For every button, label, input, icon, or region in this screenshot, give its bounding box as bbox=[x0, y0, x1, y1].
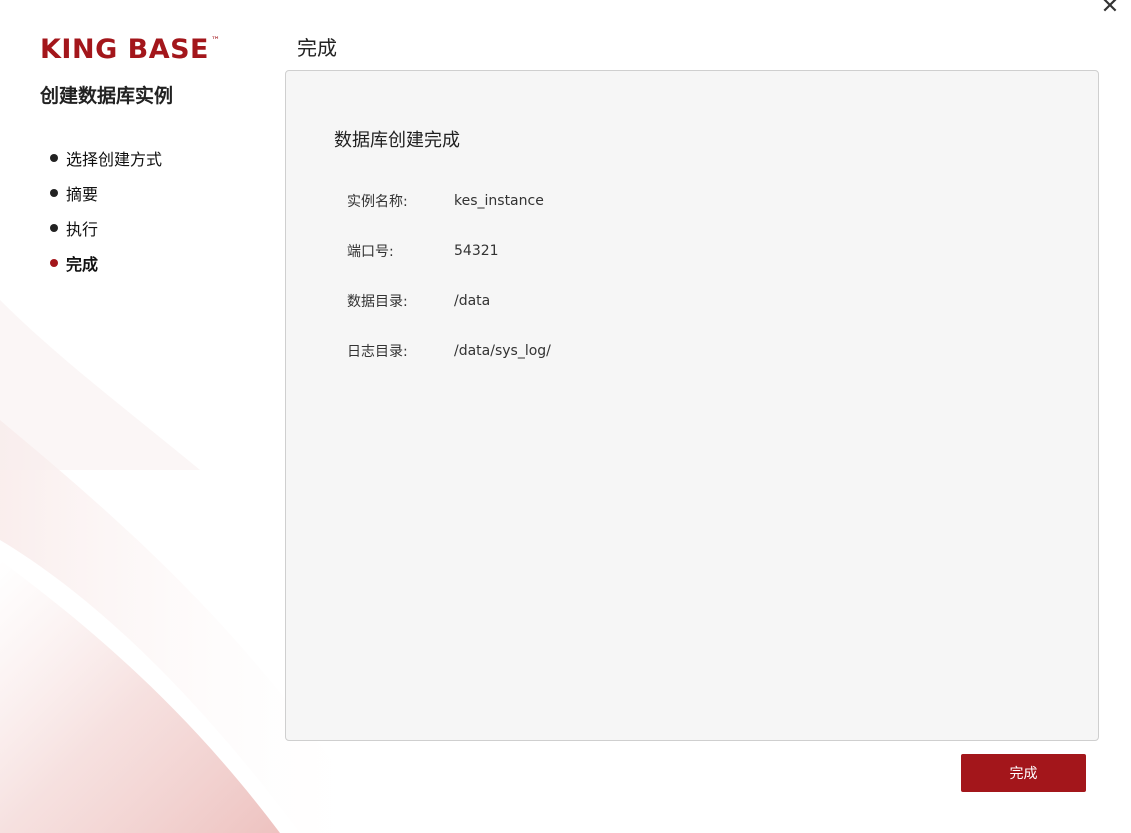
bullet-icon bbox=[50, 188, 58, 197]
info-value: 54321 bbox=[454, 243, 499, 259]
info-label: 日志目录: bbox=[347, 344, 408, 360]
info-label: 端口号: bbox=[347, 244, 394, 260]
finish-button[interactable]: 完成 bbox=[961, 754, 1086, 792]
sidebar-title: 创建数据库实例 bbox=[40, 85, 174, 107]
info-label: 实例名称: bbox=[347, 194, 408, 210]
step-label: 执行 bbox=[66, 219, 99, 239]
step-label: 摘要 bbox=[66, 184, 99, 204]
bullet-icon bbox=[50, 258, 58, 267]
page-title: 完成 bbox=[297, 36, 337, 60]
step-summary: 摘要 bbox=[50, 175, 162, 210]
result-panel: 数据库创建完成 实例名称: kes_instance 端口号: 54321 数据… bbox=[285, 70, 1099, 741]
close-icon[interactable]: ✕ bbox=[1097, 0, 1123, 20]
trademark-symbol: ™ bbox=[211, 36, 221, 46]
logo-text: KING BASE bbox=[40, 34, 209, 65]
step-finish: 完成 bbox=[50, 245, 162, 280]
info-value: /data bbox=[454, 293, 491, 309]
bullet-icon bbox=[50, 153, 58, 162]
info-value: kes_instance bbox=[454, 193, 544, 209]
info-row-log-dir: 日志目录: /data/sys_log/ bbox=[347, 326, 551, 376]
step-label: 完成 bbox=[66, 254, 99, 274]
step-label: 选择创建方式 bbox=[66, 149, 163, 169]
kingbase-logo: KING BASE ™ bbox=[40, 34, 221, 65]
instance-info: 实例名称: kes_instance 端口号: 54321 数据目录: /dat… bbox=[347, 176, 551, 376]
wizard-steps: 选择创建方式 摘要 执行 完成 bbox=[50, 140, 162, 280]
info-label: 数据目录: bbox=[347, 294, 408, 310]
info-row-instance-name: 实例名称: kes_instance bbox=[347, 176, 551, 226]
bullet-icon bbox=[50, 223, 58, 232]
info-value: /data/sys_log/ bbox=[454, 343, 551, 359]
info-row-data-dir: 数据目录: /data bbox=[347, 276, 551, 326]
info-row-port: 端口号: 54321 bbox=[347, 226, 551, 276]
panel-heading: 数据库创建完成 bbox=[334, 130, 460, 151]
step-select-method: 选择创建方式 bbox=[50, 140, 162, 175]
step-execute: 执行 bbox=[50, 210, 162, 245]
